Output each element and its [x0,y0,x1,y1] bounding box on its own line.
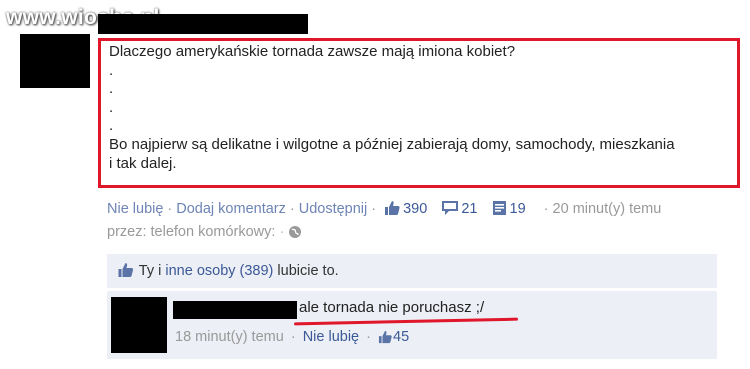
post-line: Bo najpierw są delikatne i wilgotne a pó… [109,135,675,153]
redacted-avatar [20,34,90,88]
post-line: i tak dalej. [109,154,177,172]
post-line: . [109,98,114,116]
unlike-link[interactable]: Nie lubię [107,201,163,217]
share-link[interactable]: Udostępnij [299,201,368,217]
post-line: Dlaczego amerykańskie tornada zawsze maj… [109,43,516,60]
comment-unlike-link[interactable]: Nie lubię [303,329,359,345]
comment-text: ale tornada nie poruchasz ;/ [299,299,485,316]
comment-meta: 18 minut(y) temu · Nie lubię · 45 [175,329,409,348]
share-doc-icon[interactable] [492,200,508,220]
redacted-comment-avatar [111,297,167,353]
comment-item: ale tornada nie poruchasz ;/ 18 minut(y)… [107,290,717,359]
other-likers-link[interactable]: inne osoby (389) [165,263,273,279]
post-line: . [109,80,114,98]
post-timestamp[interactable]: 20 minut(y) temu [553,201,662,217]
posted-via: przez: telefon komórkowy: · [107,224,302,243]
post-actions: Nie lubię · Dodaj komentarz · Udostępnij · 39… [107,200,747,220]
likes-suffix: lubicie to. [277,263,339,279]
globe-icon [288,225,302,243]
post-line: . [109,61,114,79]
post-line: . [109,117,114,135]
add-comment-link[interactable]: Dodaj komentarz [176,201,286,217]
shares-count[interactable]: 19 [510,201,526,217]
comments-count[interactable]: 21 [461,201,477,217]
redacted-commenter-name [173,301,297,319]
thumbs-up-icon[interactable] [384,200,401,220]
comment-timestamp[interactable]: 18 minut(y) temu [175,329,284,345]
likes-prefix: Ty i [138,263,162,279]
thumbs-up-icon [117,262,135,282]
likes-summary: Ty i inne osoby (389) lubicie to. [107,254,717,288]
comment-bubble-icon[interactable] [441,200,459,220]
comment-likes-count[interactable]: 45 [393,329,409,345]
post-message: Dlaczego amerykańskie tornada zawsze maj… [98,38,740,188]
thumbs-up-icon[interactable] [378,330,393,348]
likes-count[interactable]: 390 [403,201,427,217]
redacted-name [98,14,308,34]
